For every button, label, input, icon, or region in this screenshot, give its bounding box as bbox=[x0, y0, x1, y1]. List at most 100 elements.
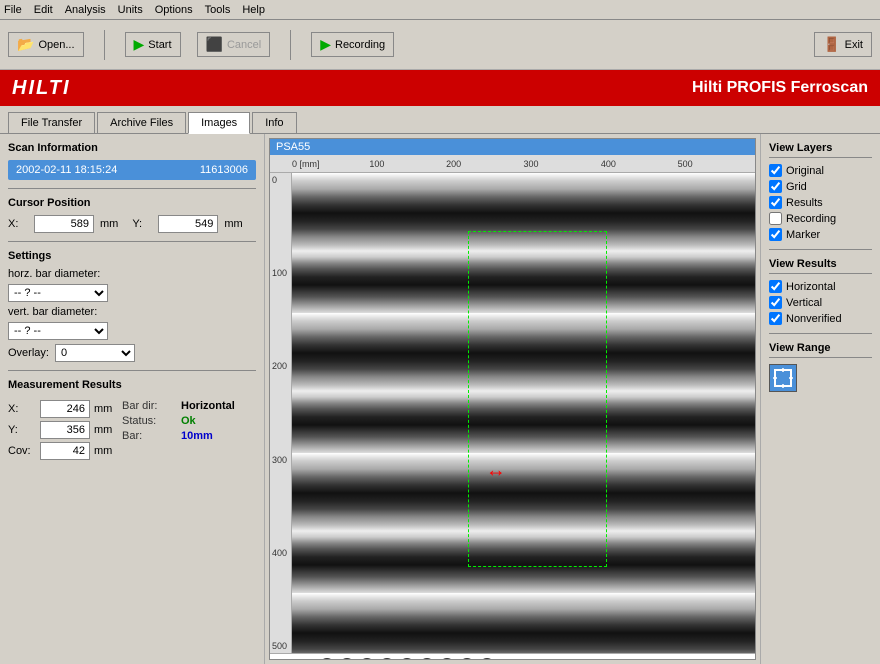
layer-marker-label: Marker bbox=[786, 229, 820, 241]
result-horizontal-label: Horizontal bbox=[786, 281, 836, 293]
meas-status-row: Status: Ok bbox=[122, 415, 235, 427]
result-vertical-row: Vertical bbox=[769, 296, 872, 309]
marker-2[interactable]: ② bbox=[339, 658, 355, 661]
result-horizontal-row: Horizontal bbox=[769, 280, 872, 293]
layer-grid-checkbox[interactable] bbox=[769, 180, 782, 193]
crosshair-marker: ↔ bbox=[486, 459, 506, 482]
layer-results-checkbox[interactable] bbox=[769, 196, 782, 209]
meas-status-value: Ok bbox=[181, 415, 196, 427]
marker-bar: Marker: ① ② ③ ④ ⑤ ⑥ ⑦ ⑧ ⑨ bbox=[270, 653, 755, 660]
cursor-y-label: Y: bbox=[132, 218, 152, 230]
cursor-x-label: X: bbox=[8, 218, 28, 230]
scan-id: 11613006 bbox=[200, 164, 248, 176]
range-svg bbox=[773, 368, 793, 388]
result-vertical-label: Vertical bbox=[786, 297, 822, 309]
scan-content[interactable]: ↔ bbox=[292, 173, 755, 653]
toolbar-separator-2 bbox=[290, 30, 291, 60]
ruler-top-0: 0 [mm] bbox=[292, 159, 320, 169]
marker-6[interactable]: ⑥ bbox=[419, 658, 435, 661]
meas-cov-input[interactable] bbox=[40, 442, 90, 460]
layer-results-label: Results bbox=[786, 197, 823, 209]
view-results-title: View Results bbox=[769, 258, 872, 274]
exit-button[interactable]: 🚪 Exit bbox=[814, 32, 872, 57]
tab-images[interactable]: Images bbox=[188, 112, 250, 134]
right-divider-1 bbox=[769, 249, 872, 250]
meas-results-title: Measurement Results bbox=[8, 379, 256, 391]
layer-recording-row: Recording bbox=[769, 212, 872, 225]
overlay-label: Overlay: bbox=[8, 347, 49, 359]
cursor-y-input[interactable] bbox=[158, 215, 218, 233]
marker-4[interactable]: ④ bbox=[379, 658, 395, 661]
marker-1[interactable]: ① bbox=[319, 658, 335, 661]
layer-marker-checkbox[interactable] bbox=[769, 228, 782, 241]
meas-y-input[interactable] bbox=[40, 421, 90, 439]
scan-date: 2002-02-11 18:15:24 bbox=[16, 164, 117, 176]
cursor-x-input[interactable] bbox=[34, 215, 94, 233]
right-divider-2 bbox=[769, 333, 872, 334]
overlay-select[interactable]: 0 bbox=[55, 344, 135, 362]
vert-bar-select[interactable]: -- ? -- bbox=[8, 322, 108, 340]
app-title: Hilti PROFIS Ferroscan bbox=[692, 79, 868, 97]
result-horizontal-checkbox[interactable] bbox=[769, 280, 782, 293]
cursor-x-group: X: mm Y: mm bbox=[8, 215, 256, 233]
overlay-row: Overlay: 0 bbox=[8, 344, 256, 362]
ruler-left-500: 500 bbox=[272, 641, 291, 651]
marker-5[interactable]: ⑤ bbox=[399, 658, 415, 661]
view-range-icon[interactable] bbox=[769, 364, 797, 392]
meas-cov-label: Cov: bbox=[8, 445, 36, 457]
menu-options[interactable]: Options bbox=[155, 4, 193, 16]
view-range-title: View Range bbox=[769, 342, 872, 358]
meas-x-label: X: bbox=[8, 403, 36, 415]
tab-info[interactable]: Info bbox=[252, 112, 296, 133]
horz-bar-select[interactable]: -- ? -- bbox=[8, 284, 108, 302]
scan-container[interactable]: PSA55 0 [mm] 100 200 300 400 500 0 100 2… bbox=[269, 138, 756, 660]
scan-title: PSA55 bbox=[270, 139, 755, 155]
right-panel: View Layers Original Grid Results Record… bbox=[760, 134, 880, 664]
ruler-top-200: 200 bbox=[446, 159, 461, 169]
meas-status-label: Status: bbox=[122, 415, 177, 427]
layer-grid-row: Grid bbox=[769, 180, 872, 193]
marker-label: Marker: bbox=[278, 660, 315, 661]
ruler-left-200: 200 bbox=[272, 361, 291, 371]
marker-7[interactable]: ⑦ bbox=[439, 658, 455, 661]
view-layers-title: View Layers bbox=[769, 142, 872, 158]
result-nonverified-label: Nonverified bbox=[786, 313, 842, 325]
marker-9[interactable]: ⑨ bbox=[479, 658, 495, 661]
menu-units[interactable]: Units bbox=[118, 4, 143, 16]
meas-x-input[interactable] bbox=[40, 400, 90, 418]
layer-recording-checkbox[interactable] bbox=[769, 212, 782, 225]
selection-rect bbox=[468, 231, 607, 567]
layer-original-checkbox[interactable] bbox=[769, 164, 782, 177]
tab-archive-files[interactable]: Archive Files bbox=[97, 112, 186, 133]
start-button[interactable]: ▶ Start bbox=[125, 32, 181, 57]
toolbar-separator-1 bbox=[104, 30, 105, 60]
marker-3[interactable]: ③ bbox=[359, 658, 375, 661]
open-button[interactable]: 📂 Open... bbox=[8, 32, 84, 57]
meas-x-unit: mm bbox=[94, 403, 114, 415]
menu-help[interactable]: Help bbox=[242, 4, 265, 16]
meas-y-label: Y: bbox=[8, 424, 36, 436]
menu-analysis[interactable]: Analysis bbox=[65, 4, 106, 16]
menu-tools[interactable]: Tools bbox=[205, 4, 231, 16]
divider-1 bbox=[8, 188, 256, 189]
ruler-left-300: 300 bbox=[272, 455, 291, 465]
stop-icon: ⬛ bbox=[206, 36, 223, 53]
cancel-button[interactable]: ⬛ Cancel bbox=[197, 32, 271, 57]
divider-3 bbox=[8, 370, 256, 371]
marker-8[interactable]: ⑧ bbox=[459, 658, 475, 661]
tab-file-transfer[interactable]: File Transfer bbox=[8, 112, 95, 133]
layer-original-label: Original bbox=[786, 165, 824, 177]
menu-edit[interactable]: Edit bbox=[34, 4, 53, 16]
horz-bar-label: horz. bar diameter: bbox=[8, 268, 100, 280]
layer-original-row: Original bbox=[769, 164, 872, 177]
recording-button[interactable]: ▶ Recording bbox=[311, 32, 394, 57]
menu-file[interactable]: File bbox=[4, 4, 22, 16]
app-logo: HILTI bbox=[12, 77, 71, 100]
result-nonverified-checkbox[interactable] bbox=[769, 312, 782, 325]
scan-image[interactable]: 0 [mm] 100 200 300 400 500 0 100 200 300… bbox=[270, 155, 755, 653]
result-vertical-checkbox[interactable] bbox=[769, 296, 782, 309]
menu-bar: File Edit Analysis Units Options Tools H… bbox=[0, 0, 880, 20]
ruler-top-400: 400 bbox=[601, 159, 616, 169]
meas-y-row: Y: mm bbox=[8, 421, 114, 439]
scan-info-title: Scan Information bbox=[8, 142, 256, 154]
